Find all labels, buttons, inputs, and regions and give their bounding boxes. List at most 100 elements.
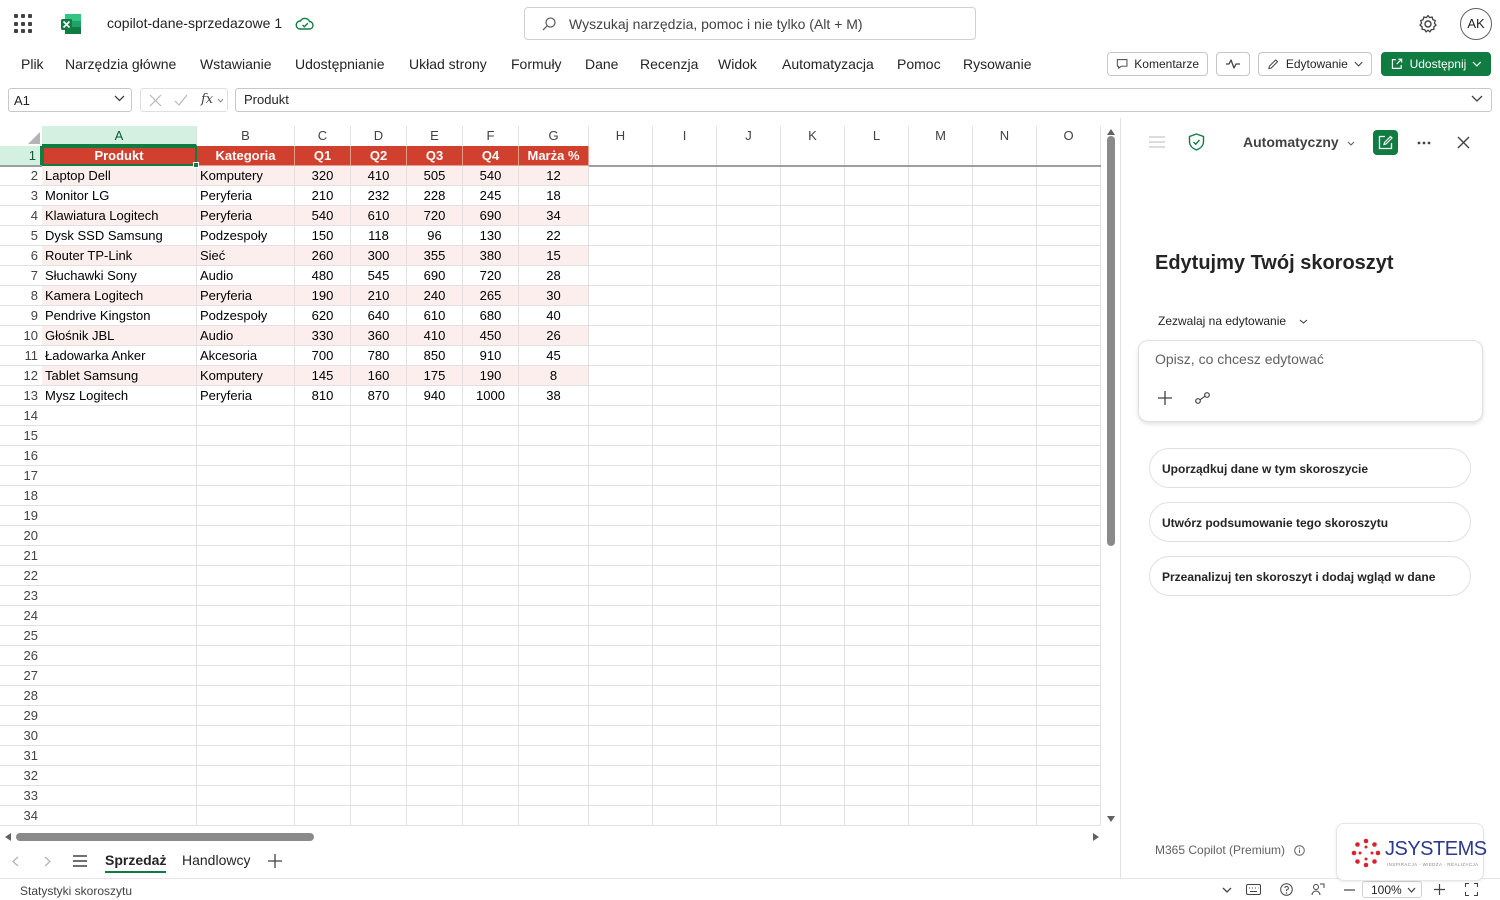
table-cell[interactable]: 160 bbox=[351, 366, 407, 386]
row-header[interactable]: 3 bbox=[0, 186, 42, 206]
table-cell[interactable]: 545 bbox=[351, 266, 407, 286]
table-cell[interactable]: 640 bbox=[351, 306, 407, 326]
table-cell[interactable]: 228 bbox=[407, 186, 463, 206]
row-header[interactable]: 26 bbox=[0, 646, 42, 666]
row-header[interactable]: 32 bbox=[0, 766, 42, 786]
table-cell[interactable]: 8 bbox=[519, 366, 589, 386]
zoom-level-dropdown[interactable]: 100% bbox=[1362, 881, 1422, 898]
table-cell[interactable]: 610 bbox=[351, 206, 407, 226]
column-header[interactable]: D bbox=[351, 126, 407, 146]
table-cell[interactable]: 540 bbox=[463, 166, 519, 186]
table-cell[interactable]: Monitor LG bbox=[42, 186, 197, 206]
table-cell[interactable]: 38 bbox=[519, 386, 589, 406]
table-cell[interactable]: 175 bbox=[407, 366, 463, 386]
column-header[interactable]: E bbox=[407, 126, 463, 146]
edit-permission-dropdown[interactable]: Zezwalaj na edytowanie bbox=[1158, 314, 1308, 328]
header-cell[interactable]: Kategoria bbox=[197, 146, 295, 166]
table-cell[interactable]: 300 bbox=[351, 246, 407, 266]
table-cell[interactable]: 480 bbox=[295, 266, 351, 286]
table-cell[interactable]: 870 bbox=[351, 386, 407, 406]
table-cell[interactable]: 26 bbox=[519, 326, 589, 346]
row-header[interactable]: 20 bbox=[0, 526, 42, 546]
table-cell[interactable]: Peryferia bbox=[197, 286, 295, 306]
table-cell[interactable]: Kamera Logitech bbox=[42, 286, 197, 306]
insert-function-icon[interactable]: fx bbox=[201, 92, 213, 107]
row-header[interactable]: 24 bbox=[0, 606, 42, 626]
table-cell[interactable]: 355 bbox=[407, 246, 463, 266]
table-cell[interactable]: 190 bbox=[463, 366, 519, 386]
column-header[interactable]: G bbox=[519, 126, 589, 146]
add-sheet-icon[interactable] bbox=[268, 854, 282, 868]
table-cell[interactable]: Mysz Logitech bbox=[42, 386, 197, 406]
keyboard-icon[interactable] bbox=[1246, 884, 1261, 895]
cancel-icon[interactable] bbox=[149, 94, 162, 107]
name-box[interactable]: A1 bbox=[8, 88, 132, 112]
table-cell[interactable]: Pendrive Kingston bbox=[42, 306, 197, 326]
shield-check-icon[interactable] bbox=[1188, 133, 1205, 151]
table-cell[interactable]: 232 bbox=[351, 186, 407, 206]
row-header[interactable]: 2 bbox=[0, 166, 42, 186]
table-cell[interactable]: 410 bbox=[351, 166, 407, 186]
tab-help[interactable]: Pomoc bbox=[897, 56, 941, 72]
table-cell[interactable]: Peryferia bbox=[197, 186, 295, 206]
table-cell[interactable]: 690 bbox=[463, 206, 519, 226]
vertical-scrollbar[interactable] bbox=[1104, 126, 1118, 828]
new-chat-button[interactable] bbox=[1373, 130, 1398, 155]
table-cell[interactable]: 130 bbox=[463, 226, 519, 246]
column-header[interactable]: J bbox=[717, 126, 781, 146]
row-header[interactable]: 1 bbox=[0, 146, 42, 166]
row-header[interactable]: 22 bbox=[0, 566, 42, 586]
app-launcher-icon[interactable] bbox=[14, 14, 34, 34]
table-cell[interactable]: 12 bbox=[519, 166, 589, 186]
column-header[interactable]: M bbox=[909, 126, 973, 146]
previous-sheet-icon[interactable] bbox=[12, 856, 19, 867]
table-cell[interactable]: Głośnik JBL bbox=[42, 326, 197, 346]
table-cell[interactable]: 620 bbox=[295, 306, 351, 326]
suggestion-create-summary[interactable]: Utwórz podsumowanie tego skoroszytu bbox=[1149, 502, 1471, 542]
table-cell[interactable]: 15 bbox=[519, 246, 589, 266]
row-header[interactable]: 9 bbox=[0, 306, 42, 326]
table-cell[interactable]: 210 bbox=[295, 186, 351, 206]
scroll-left-icon[interactable] bbox=[5, 833, 11, 841]
table-cell[interactable]: 45 bbox=[519, 346, 589, 366]
column-header[interactable]: O bbox=[1037, 126, 1101, 146]
table-cell[interactable]: 910 bbox=[463, 346, 519, 366]
header-cell[interactable]: Q1 bbox=[295, 146, 351, 166]
zoom-in-icon[interactable] bbox=[1434, 884, 1445, 895]
scroll-up-icon[interactable] bbox=[1107, 129, 1115, 135]
table-cell[interactable]: 680 bbox=[463, 306, 519, 326]
hamburger-menu-icon[interactable] bbox=[1149, 136, 1165, 148]
table-cell[interactable]: 34 bbox=[519, 206, 589, 226]
row-header[interactable]: 18 bbox=[0, 486, 42, 506]
fit-to-window-icon[interactable] bbox=[1465, 883, 1478, 896]
table-cell[interactable]: 690 bbox=[407, 266, 463, 286]
column-header[interactable]: H bbox=[589, 126, 653, 146]
table-cell[interactable]: Ładowarka Anker bbox=[42, 346, 197, 366]
table-cell[interactable]: 320 bbox=[295, 166, 351, 186]
row-header[interactable]: 12 bbox=[0, 366, 42, 386]
suggestion-organize-data[interactable]: Uporządkuj dane w tym skoroszycie bbox=[1149, 448, 1471, 488]
chevron-down-icon[interactable] bbox=[1222, 887, 1232, 893]
chevron-down-icon[interactable] bbox=[217, 98, 224, 103]
row-header[interactable]: 16 bbox=[0, 446, 42, 466]
table-cell[interactable]: 780 bbox=[351, 346, 407, 366]
copilot-mode-dropdown[interactable]: Automatyczny bbox=[1243, 134, 1355, 150]
column-header[interactable]: N bbox=[973, 126, 1037, 146]
workbook-statistics-link[interactable]: Statystyki skoroszytu bbox=[20, 884, 132, 898]
user-avatar[interactable]: AK bbox=[1460, 8, 1492, 40]
row-header[interactable]: 25 bbox=[0, 626, 42, 646]
table-cell[interactable]: 145 bbox=[295, 366, 351, 386]
header-cell[interactable]: Q3 bbox=[407, 146, 463, 166]
table-cell[interactable]: Dysk SSD Samsung bbox=[42, 226, 197, 246]
more-options-icon[interactable] bbox=[1417, 141, 1431, 145]
expand-formula-bar-icon[interactable] bbox=[1471, 95, 1483, 102]
table-cell[interactable]: 720 bbox=[407, 206, 463, 226]
suggestion-analyze-insights[interactable]: Przeanalizuj ten skoroszyt i dodaj wgląd… bbox=[1149, 556, 1471, 596]
tab-draw[interactable]: Rysowanie bbox=[963, 56, 1031, 72]
row-header[interactable]: 5 bbox=[0, 226, 42, 246]
table-cell[interactable]: Komputery bbox=[197, 366, 295, 386]
table-cell[interactable]: 30 bbox=[519, 286, 589, 306]
row-header[interactable]: 27 bbox=[0, 666, 42, 686]
column-header[interactable]: L bbox=[845, 126, 909, 146]
share-button[interactable]: Udostępnij bbox=[1381, 52, 1491, 76]
